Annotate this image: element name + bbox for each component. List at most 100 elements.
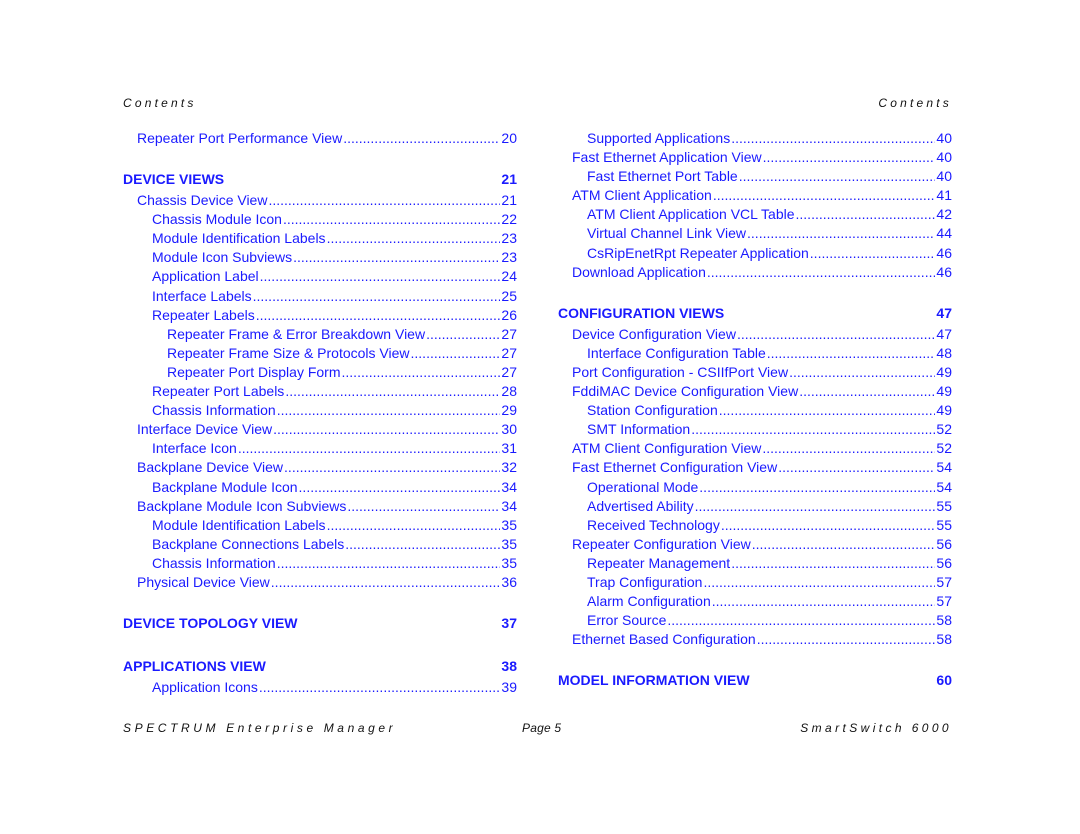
toc-entry-link[interactable]: Chassis Information 35 <box>123 555 517 574</box>
toc-entry-link[interactable]: Fast Ethernet Configuration View 54 <box>558 459 952 478</box>
toc-entry-link[interactable]: SMT Information 52 <box>558 421 952 440</box>
entry-page-number: 35 <box>501 516 517 533</box>
entry-title: Fast Ethernet Configuration View <box>572 459 778 476</box>
footer-product-name: SPECTRUM Enterprise Manager <box>123 721 397 735</box>
entry-page-number: 42 <box>936 206 952 223</box>
dot-leader <box>796 206 936 222</box>
entry-page-number: 35 <box>501 554 517 571</box>
entry-page-number: 55 <box>936 516 952 533</box>
dot-leader <box>293 249 500 265</box>
entry-title: Interface Configuration Table <box>587 344 766 361</box>
toc-entry-link[interactable]: Module Identification Labels 23 <box>123 230 517 249</box>
toc-entry-link[interactable]: Interface Configuration Table 48 <box>558 345 952 364</box>
entry-page-number: 57 <box>936 593 952 610</box>
toc-section-heading[interactable]: MODEL INFORMATION VIEW 60 <box>558 672 952 691</box>
toc-entry-link[interactable]: Ethernet Based Configuration 58 <box>558 631 952 650</box>
dot-leader <box>703 574 935 590</box>
dot-leader <box>347 498 500 514</box>
section-title: DEVICE TOPOLOGY VIEW <box>123 615 298 632</box>
entry-page-number: 23 <box>501 249 517 266</box>
toc-entry-link[interactable]: Repeater Labels 26 <box>123 307 517 326</box>
toc-entry-link[interactable]: Backplane Connections Labels 35 <box>123 536 517 555</box>
entry-page-number: 41 <box>936 187 952 204</box>
entry-page-number: 46 <box>936 244 952 261</box>
toc-entry-link[interactable]: Device Configuration View 47 <box>558 326 952 345</box>
toc-entry-link[interactable]: Repeater Port Labels 28 <box>123 383 517 402</box>
dot-leader <box>426 326 500 342</box>
toc-entry-link[interactable]: Repeater Management 56 <box>558 555 952 574</box>
toc-entry-link[interactable]: Virtual Channel Link View 44 <box>558 225 952 244</box>
toc-entry-link[interactable]: Repeater Configuration View 56 <box>558 536 952 555</box>
entry-title: Repeater Port Performance View <box>137 130 343 146</box>
toc-entry-link[interactable]: Received Technology 55 <box>558 517 952 536</box>
entry-page-number: 52 <box>936 421 952 438</box>
toc-entry-link[interactable]: Repeater Frame Size & Protocols View 27 <box>123 345 517 364</box>
entry-title: Alarm Configuration <box>587 593 711 610</box>
dot-leader <box>343 130 500 146</box>
toc-entry-link[interactable]: Interface Device View 30 <box>123 421 517 440</box>
toc-entry-link[interactable]: Backplane Module Icon Subviews 34 <box>123 498 517 517</box>
entry-page-number: 57 <box>936 573 952 590</box>
toc-entry-link[interactable]: Port Configuration - CSIIfPort View 49 <box>558 364 952 383</box>
toc-entry-link[interactable]: ATM Client Application 41 <box>558 187 952 206</box>
toc-section-heading[interactable]: DEVICE VIEWS 21 <box>123 171 517 190</box>
entry-page-number: 27 <box>501 344 517 361</box>
toc-entry-link[interactable]: Application Icons 39 <box>123 679 517 698</box>
toc-entry-link[interactable]: Trap Configuration 57 <box>558 574 952 593</box>
toc-section-heading[interactable]: CONFIGURATION VIEWS 47 <box>558 305 952 324</box>
toc-entry-link[interactable]: ATM Client Application VCL Table 42 <box>558 206 952 225</box>
dot-leader <box>277 555 501 571</box>
toc-entry-link[interactable]: Repeater Port Performance View 20 <box>123 130 517 149</box>
toc-entry-link[interactable]: Error Source 58 <box>558 612 952 631</box>
dot-leader <box>799 383 935 399</box>
toc-entry-link[interactable]: Module Icon Subviews 23 <box>123 249 517 268</box>
toc-section-heading[interactable]: APPLICATIONS VIEW 38 <box>123 658 517 677</box>
section-title: CONFIGURATION VIEWS <box>558 304 725 321</box>
entry-title: Repeater Configuration View <box>572 535 751 552</box>
entry-title: Backplane Module Icon <box>152 478 298 495</box>
toc-entry-link[interactable]: Supported Applications 40 <box>558 130 952 149</box>
toc-entry-link[interactable]: Fast Ethernet Port Table 40 <box>558 168 952 187</box>
toc-section-heading[interactable]: DEVICE TOPOLOGY VIEW 37 <box>123 615 517 634</box>
toc-entry-link[interactable]: Chassis Device View 21 <box>123 192 517 211</box>
toc-entry-link[interactable]: Fast Ethernet Application View 40 <box>558 149 952 168</box>
toc-entry-link[interactable]: Chassis Module Icon 22 <box>123 211 517 230</box>
toc-entry-link[interactable]: Interface Icon 31 <box>123 440 517 459</box>
toc-entry-link[interactable]: Station Configuration 49 <box>558 402 952 421</box>
toc-entry-link[interactable]: Advertised Ability 55 <box>558 498 952 517</box>
entry-page-number: 27 <box>501 325 517 342</box>
dot-leader <box>707 264 936 280</box>
entry-page-number: 30 <box>501 421 517 438</box>
toc-entry-link[interactable]: Operational Mode 54 <box>558 479 952 498</box>
entry-page-number: 49 <box>936 402 952 419</box>
entry-page-number: 49 <box>936 383 952 400</box>
entry-page-number: 48 <box>936 344 952 361</box>
toc-entry-link[interactable]: Repeater Port Display Form 27 <box>123 364 517 383</box>
toc-entry-link[interactable]: FddiMAC Device Configuration View 49 <box>558 383 952 402</box>
toc-entry-link[interactable]: Backplane Device View 32 <box>123 459 517 478</box>
entry-page-number: 21 <box>501 192 517 209</box>
toc-entry-link[interactable]: Repeater Frame & Error Breakdown View 27 <box>123 326 517 345</box>
dot-leader <box>691 421 935 437</box>
toc-entry-link[interactable]: Download Application 46 <box>558 264 952 283</box>
dot-leader <box>778 459 935 475</box>
toc-entry-link[interactable]: Chassis Information 29 <box>123 402 517 421</box>
toc-entry-link[interactable]: Backplane Module Icon 34 <box>123 479 517 498</box>
dot-leader <box>342 364 501 380</box>
dot-leader <box>789 364 935 380</box>
dot-leader <box>667 612 935 628</box>
toc-entry-link[interactable]: Interface Labels 25 <box>123 288 517 307</box>
toc-entry-link[interactable]: CsRipEnetRpt Repeater Application 46 <box>558 245 952 264</box>
entry-title: Received Technology <box>587 516 720 533</box>
toc-entry-link[interactable]: Alarm Configuration 57 <box>558 593 952 612</box>
toc-left-column: Repeater Port Performance View 20 DEVICE V… <box>123 130 517 698</box>
toc-entry-link[interactable]: Physical Device View 36 <box>123 574 517 593</box>
toc-entry-link[interactable]: Module Identification Labels 35 <box>123 517 517 536</box>
entry-page-number: 52 <box>936 440 952 457</box>
toc-entry-link[interactable]: Application Label 24 <box>123 268 517 287</box>
entry-page-number: 24 <box>501 268 517 285</box>
entry-page-number: 26 <box>501 306 517 323</box>
toc-entry-link[interactable]: ATM Client Configuration View 52 <box>558 440 952 459</box>
entry-page-number: 40 <box>936 149 952 166</box>
